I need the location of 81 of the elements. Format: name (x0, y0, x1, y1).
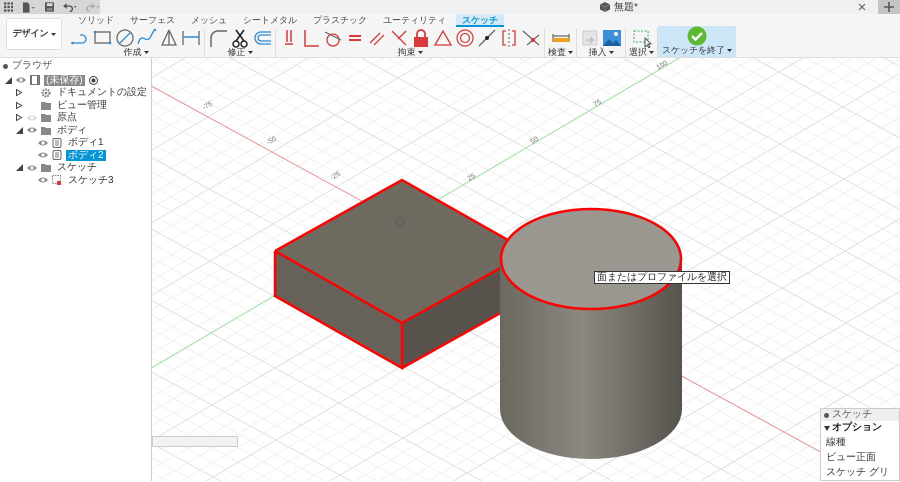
gear-icon (41, 88, 51, 98)
save-icon[interactable] (44, 2, 54, 12)
eye-icon[interactable] (38, 138, 48, 147)
lock-icon[interactable] (411, 28, 431, 48)
tab[interactable]: サーフェス (124, 14, 181, 27)
curvature-icon[interactable] (521, 28, 541, 48)
group-menu-button[interactable]: 検査 (548, 47, 573, 57)
body-icon (52, 138, 62, 148)
group-menu-button[interactable]: 修正 (228, 47, 252, 57)
expand-arrow-icon[interactable] (16, 164, 23, 172)
expand-arrow-icon[interactable] (16, 102, 23, 109)
eye-icon[interactable] (38, 176, 48, 184)
option-label: スケッチ グリ (826, 466, 890, 480)
caret-icon (568, 50, 573, 54)
option-label: 線種 (826, 436, 847, 450)
expand-arrow-icon[interactable] (16, 89, 23, 96)
tree-item[interactable]: スケッチ3 (66, 174, 116, 186)
caret-icon (50, 32, 56, 36)
expand-arrow-icon[interactable] (16, 114, 23, 122)
tab[interactable]: プラスチック (307, 14, 373, 27)
undo-icon[interactable] (62, 2, 77, 12)
expand-arrow-icon[interactable] (5, 76, 12, 84)
tab[interactable]: ソリッド (72, 14, 120, 27)
caret-icon (608, 50, 614, 54)
select-icon[interactable] (632, 28, 652, 48)
expand-arrow-icon[interactable] (16, 126, 23, 134)
panel-title: ブラウザ (12, 60, 52, 72)
image-icon[interactable] (602, 28, 622, 48)
section-title: オプション (832, 422, 882, 434)
caret-icon (144, 50, 148, 54)
tree-item[interactable]: 原点 (55, 112, 79, 124)
caret-icon (418, 50, 422, 54)
cube-icon (600, 2, 610, 12)
caret-icon (248, 50, 252, 54)
body-icon (52, 150, 62, 160)
group-menu-button[interactable]: 作成 (124, 47, 148, 57)
tree-item[interactable]: ビュー管理 (55, 100, 109, 111)
eye-icon[interactable] (27, 126, 37, 134)
option-label: ビュー正面 (826, 451, 877, 465)
eye-icon[interactable] (38, 151, 48, 160)
triangle-icon[interactable] (159, 28, 179, 48)
triangle-icon[interactable] (433, 28, 453, 48)
tree-item[interactable]: ドキュメントの設定 (55, 87, 149, 98)
tab[interactable]: メッシュ (185, 14, 233, 27)
caret-icon (727, 48, 732, 52)
scissors-icon[interactable] (230, 28, 250, 48)
radio-target-icon[interactable] (88, 76, 98, 85)
collapse-dot-icon[interactable] (3, 64, 8, 68)
finish-sketch-button[interactable]: スケッチを終了 (662, 45, 732, 55)
expand-triangle-icon[interactable] (824, 426, 830, 431)
tree-item[interactable]: (未保存) (44, 74, 85, 86)
tree-item[interactable]: ボディ1 (66, 137, 106, 148)
eye-icon[interactable] (27, 164, 37, 172)
collapse-dot-icon[interactable] (824, 412, 829, 418)
midpoint-icon[interactable] (477, 28, 497, 48)
circle-icon[interactable] (115, 28, 135, 48)
cross-lines-icon[interactable] (389, 28, 409, 48)
workspace-button[interactable]: デザイン (6, 18, 62, 50)
document-title: 無題* (614, 0, 638, 14)
close-icon[interactable] (858, 3, 866, 11)
file-icon[interactable] (22, 2, 36, 12)
tab[interactable]: シートメタル (237, 14, 303, 27)
rectangle-icon[interactable] (93, 28, 113, 48)
tree-item[interactable]: ボディ (55, 124, 89, 136)
new-tab-button[interactable] (878, 0, 900, 14)
group-menu-button[interactable]: 選択 (629, 47, 654, 57)
concentric-circles-icon[interactable] (455, 28, 475, 48)
tab[interactable]: ユーティリティ (377, 14, 452, 27)
folder-icon (41, 163, 51, 172)
fillet-icon[interactable] (208, 28, 228, 48)
group-menu-button[interactable]: 拘束 (398, 47, 422, 57)
sketch-icon (52, 175, 62, 186)
tree-item[interactable]: スケッチ (55, 162, 99, 174)
group-menu-button[interactable]: 挿入 (588, 47, 614, 57)
eye-icon[interactable] (16, 76, 26, 84)
document-icon (30, 75, 40, 86)
caret-icon (649, 50, 654, 54)
checkmark-icon[interactable] (687, 26, 707, 46)
apps-grid-icon[interactable] (4, 2, 14, 12)
palette-title: スケッチ (832, 409, 872, 421)
tooltip: 面またはプロファイルを選択 (594, 271, 730, 284)
